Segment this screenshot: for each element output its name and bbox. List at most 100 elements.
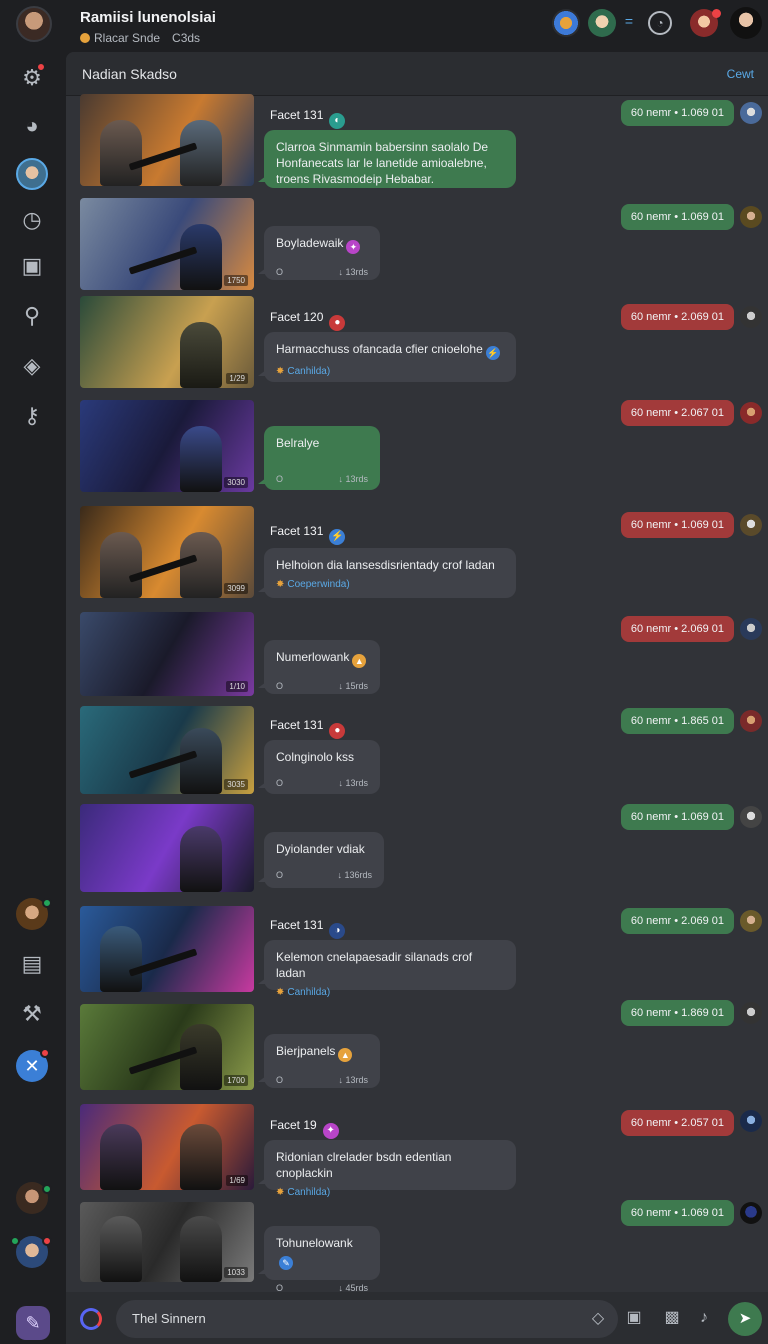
message-bubble: Tohunelowank✎ O ↓ 45rds bbox=[258, 1226, 380, 1292]
game-screenshot[interactable] bbox=[80, 804, 254, 892]
participant-avatar[interactable] bbox=[740, 1002, 762, 1024]
participant-avatar[interactable] bbox=[740, 102, 762, 124]
message-text: Colnginolo kss bbox=[276, 750, 355, 764]
channel-action-link[interactable]: Cewt bbox=[727, 67, 754, 81]
participant-avatar[interactable] bbox=[740, 402, 762, 424]
reward-pill[interactable]: 60 nemr • 2.069 01 bbox=[620, 908, 734, 934]
mic-icon[interactable]: ♪ bbox=[694, 1308, 714, 1328]
message-text: Dyiolander vdiak bbox=[276, 842, 365, 856]
compass-icon[interactable]: ◔ bbox=[648, 11, 672, 35]
message-bubble: Harmacchuss ofancada cfier cnioelohe ⚡ ✸ Ca… bbox=[258, 332, 516, 382]
reward-pill[interactable]: 60 nemr • 1.069 01 bbox=[620, 204, 734, 230]
create-icon[interactable]: ✎ bbox=[16, 1306, 50, 1340]
reward-pill[interactable]: 60 nemr • 2.069 01 bbox=[620, 304, 734, 330]
hammer-icon[interactable]: ⚒ bbox=[18, 1000, 46, 1028]
sender-name: Facet 131 bbox=[270, 108, 324, 122]
game-screenshot[interactable]: 1/10 bbox=[80, 612, 254, 696]
tag-icon[interactable]: ◇ bbox=[588, 1309, 608, 1329]
reward-pill[interactable]: 60 nemr • 1.865 01 bbox=[620, 708, 734, 734]
participant-avatar[interactable] bbox=[740, 910, 762, 932]
participant-avatar[interactable] bbox=[740, 618, 762, 640]
game-screenshot[interactable]: 1/69 bbox=[80, 1104, 254, 1190]
reward-pill[interactable]: 60 nemr • 2.057 01 bbox=[620, 1110, 734, 1136]
thumb-tag: 1/29 bbox=[226, 373, 248, 384]
participant-avatar[interactable] bbox=[740, 806, 762, 828]
user-avatar[interactable] bbox=[16, 6, 52, 42]
game-screenshot[interactable] bbox=[80, 94, 254, 186]
message-bubble: Boyladewaik ✦ O ↓ 13rds bbox=[258, 226, 380, 280]
subtitle-text-2: C3ds bbox=[172, 31, 201, 45]
server-avatar[interactable] bbox=[16, 158, 48, 190]
message-bubble: Kelemon cnelapaesadir silanads crof lada… bbox=[258, 940, 516, 998]
message-input[interactable]: Thel Sinnern ◇ bbox=[116, 1300, 618, 1338]
meta-right: ↓ 13rds bbox=[338, 267, 368, 277]
reward-pill[interactable]: 60 nemr • 2.069 01 bbox=[620, 616, 734, 642]
tag-icon[interactable]: ◈ bbox=[18, 352, 46, 380]
status-icon: ✦ bbox=[322, 1123, 339, 1139]
game-screenshot[interactable]: 3035 bbox=[80, 706, 254, 794]
message-input-value: Thel Sinnern bbox=[132, 1311, 206, 1326]
notification-badge bbox=[42, 1236, 52, 1246]
discover-icon[interactable]: ◕ bbox=[18, 112, 46, 140]
top-bar: Ramiisi lunenolsiai Rlacar Snde C3ds = ◔ bbox=[0, 0, 768, 52]
game-screenshot[interactable]: 3030 bbox=[80, 400, 254, 492]
friend-avatar[interactable] bbox=[588, 9, 616, 37]
meta-right: ↓ 13rds bbox=[338, 1075, 368, 1085]
channel-title: Nadian Skadso bbox=[82, 66, 177, 82]
camera-icon[interactable]: ▣ bbox=[624, 1308, 644, 1328]
message-text: Bierjpanels bbox=[276, 1044, 336, 1058]
sender-line: Facet 131 ● bbox=[270, 718, 346, 739]
message-text: Tohunelowank bbox=[276, 1236, 353, 1250]
sticker-icon[interactable]: ▩ bbox=[662, 1308, 682, 1328]
meta-right: ↓ 13rds bbox=[338, 474, 368, 484]
app-subtitle: Rlacar Snde C3ds bbox=[80, 31, 200, 45]
meta-left: O bbox=[276, 778, 284, 788]
participant-avatar[interactable] bbox=[740, 206, 762, 228]
notification-badge bbox=[36, 62, 46, 72]
meta-right: ↓ 45rds bbox=[338, 1283, 368, 1292]
sender-line: Facet 19 ✦ bbox=[270, 1118, 339, 1139]
bolt-icon: ⚡ bbox=[329, 529, 346, 545]
reward-pill[interactable]: 60 nemr • 1.069 01 bbox=[620, 804, 734, 830]
channel-header: Nadian Skadso Cewt bbox=[66, 52, 768, 96]
online-badge bbox=[42, 898, 52, 908]
app-title: Ramiisi lunenolsiai bbox=[80, 9, 216, 26]
menu-icon[interactable]: = bbox=[622, 14, 636, 28]
game-screenshot[interactable]: 1700 bbox=[80, 1004, 254, 1090]
message-text: Boyladewaik bbox=[276, 236, 344, 250]
status-icon: ◑ bbox=[329, 923, 346, 939]
reward-pill[interactable]: 60 nemr • 1.869 01 bbox=[620, 1000, 734, 1026]
participant-avatar[interactable] bbox=[740, 306, 762, 328]
thumb-tag: 1750 bbox=[224, 275, 248, 286]
participant-avatar[interactable] bbox=[740, 710, 762, 732]
key-icon[interactable]: ⚷ bbox=[18, 402, 46, 430]
participant-avatar[interactable] bbox=[740, 1202, 762, 1224]
reward-pill[interactable]: 60 nemr • 1.069 01 bbox=[620, 1200, 734, 1226]
game-screenshot[interactable]: 1033 bbox=[80, 1202, 254, 1282]
message-text: Clarroa Sinmamin babersinn saolalo De Ho… bbox=[276, 140, 489, 186]
game-screenshot[interactable]: 1/29 bbox=[80, 296, 254, 388]
game-screenshot[interactable]: 1750 bbox=[80, 198, 254, 290]
participant-avatar[interactable] bbox=[740, 514, 762, 536]
message-text: Kelemon cnelapaesadir silanads crof lada… bbox=[276, 950, 473, 980]
stats-icon[interactable]: ▤ bbox=[18, 950, 46, 978]
message-bubble: Ridonian clrelader bsdn edentian cnoplac… bbox=[258, 1140, 516, 1198]
participant-avatar[interactable] bbox=[740, 1110, 762, 1132]
thumb-tag: 3099 bbox=[224, 583, 248, 594]
game-screenshot[interactable]: 3099 bbox=[80, 506, 254, 598]
history-icon[interactable]: ◷ bbox=[18, 206, 46, 234]
reward-pill[interactable]: 60 nemr • 1.069 01 bbox=[620, 512, 734, 538]
profile-avatar[interactable] bbox=[730, 7, 762, 39]
attach-icon[interactable] bbox=[80, 1308, 102, 1330]
game-icon[interactable] bbox=[552, 9, 580, 37]
pin-icon[interactable]: ⚲ bbox=[18, 302, 46, 330]
image-icon[interactable]: ▣ bbox=[18, 252, 46, 280]
chat-panel: Nadian Skadso Cewt Facet 131 ◐ Clarroa Si… bbox=[66, 52, 768, 1292]
reward-pill[interactable]: 60 nemr • 2.067 01 bbox=[620, 400, 734, 426]
thumb-tag: 3030 bbox=[224, 477, 248, 488]
reward-pill[interactable]: 60 nemr • 1.069 01 bbox=[620, 100, 734, 126]
game-screenshot[interactable] bbox=[80, 906, 254, 992]
message-sub: Canhilda) bbox=[287, 987, 331, 998]
status-icon: ● bbox=[329, 315, 346, 331]
send-button[interactable]: ➤ bbox=[728, 1302, 762, 1336]
